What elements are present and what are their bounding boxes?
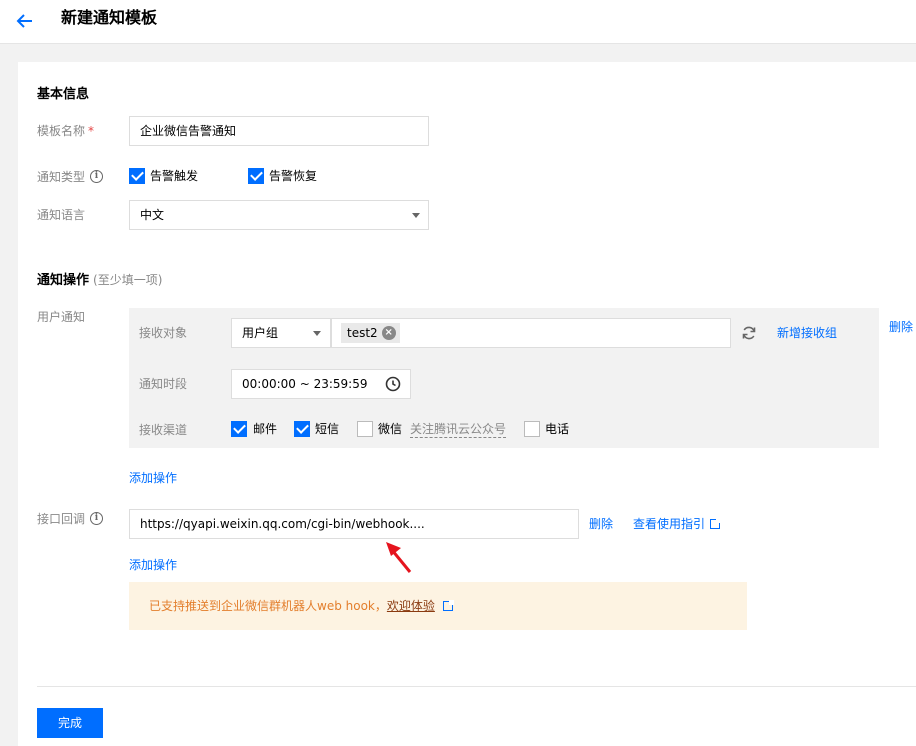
template-name-label: 模板名称 * <box>37 124 95 138</box>
channel-sms-label: 短信 <box>315 422 340 436</box>
notice-text: 已支持推送到企业微信群机器人web hook，欢迎体验 <box>149 598 454 614</box>
info-icon[interactable]: i <box>90 170 103 183</box>
annotation-arrow-icon <box>386 542 412 573</box>
channel-sms-checkbox[interactable] <box>294 421 310 437</box>
channel-email-checkbox[interactable] <box>231 421 247 437</box>
external-link-icon <box>710 518 722 529</box>
back-arrow-icon[interactable] <box>14 10 36 32</box>
external-link-icon <box>442 600 454 611</box>
footer-divider <box>37 686 916 687</box>
type-recover-checkbox[interactable] <box>248 168 264 184</box>
period-input[interactable]: 00:00:00 ~ 23:59:59 <box>231 369 411 399</box>
usage-guide-link[interactable]: 查看使用指引 <box>633 516 722 532</box>
try-it-link[interactable]: 欢迎体验 <box>387 599 435 613</box>
type-recover-label: 告警恢复 <box>269 169 318 183</box>
page-title: 新建通知模板 <box>61 8 158 27</box>
add-action-link-2[interactable]: 添加操作 <box>129 557 177 573</box>
template-name-input[interactable]: 企业微信告警通知 <box>129 116 429 146</box>
channel-wechat-label: 微信 <box>378 422 403 436</box>
notify-lang-label: 通知语言 <box>37 208 86 222</box>
wechat-hint[interactable]: 关注腾讯云公众号 <box>410 421 507 438</box>
basic-info-title: 基本信息 <box>37 87 90 102</box>
recipient-tag: test2 × <box>341 323 400 343</box>
channel-wechat-checkbox[interactable] <box>357 421 373 437</box>
recipient-label: 接收对象 <box>139 326 188 340</box>
add-action-link[interactable]: 添加操作 <box>129 470 177 486</box>
webhook-notice: 已支持推送到企业微信群机器人web hook，欢迎体验 <box>129 582 747 630</box>
callback-label: 接口回调 <box>37 512 86 526</box>
chevron-down-icon <box>313 331 321 336</box>
close-icon[interactable]: × <box>381 326 396 340</box>
notify-lang-select[interactable]: 中文 <box>129 200 429 230</box>
type-trigger-label: 告警触发 <box>150 169 199 183</box>
info-icon[interactable]: i <box>90 512 103 525</box>
top-bar: 新建通知模板 <box>0 0 916 44</box>
clock-icon <box>385 376 401 392</box>
actions-title: 通知操作 (至少填一项) <box>37 273 163 288</box>
channel-phone-label: 电话 <box>545 422 570 436</box>
type-trigger-checkbox[interactable] <box>129 168 145 184</box>
period-label: 通知时段 <box>139 377 188 391</box>
channel-label: 接收渠道 <box>139 423 188 437</box>
refresh-icon[interactable] <box>741 325 757 341</box>
notify-type-label: 通知类型 <box>37 170 86 184</box>
submit-button[interactable]: 完成 <box>37 708 103 738</box>
add-recipient-group-link[interactable]: 新增接收组 <box>777 325 837 341</box>
delete-user-notify-link[interactable]: 删除 <box>889 319 913 335</box>
user-notify-label: 用户通知 <box>37 310 86 324</box>
delete-callback-link[interactable]: 删除 <box>589 516 613 532</box>
channel-email-label: 邮件 <box>253 422 278 436</box>
chevron-down-icon <box>412 213 420 218</box>
channel-phone-checkbox[interactable] <box>524 421 540 437</box>
callback-url-input[interactable]: https://qyapi.weixin.qq.com/cgi-bin/webh… <box>129 509 579 539</box>
